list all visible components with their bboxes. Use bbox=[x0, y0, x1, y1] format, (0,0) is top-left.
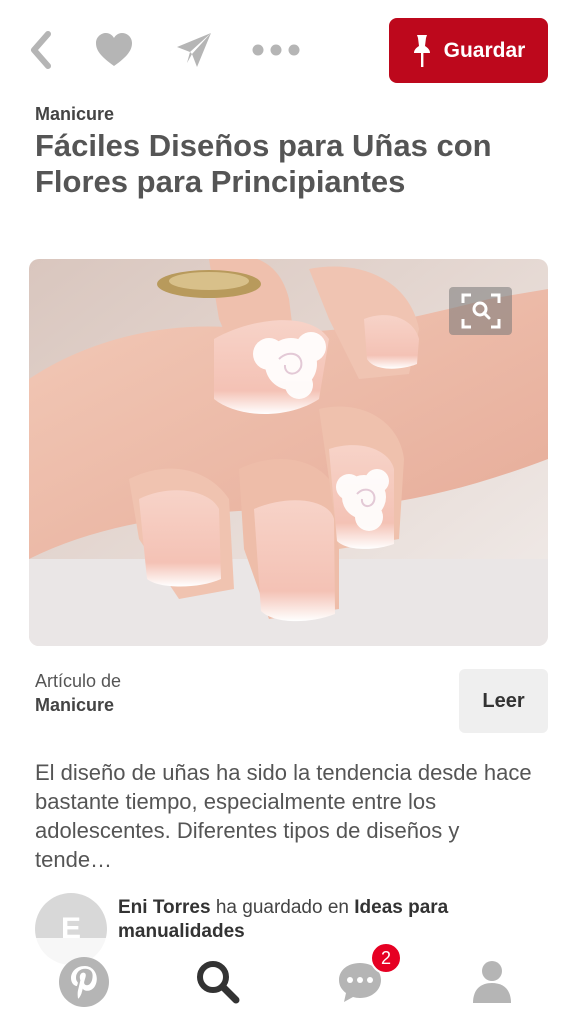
send-icon[interactable] bbox=[172, 28, 216, 72]
profile-icon[interactable] bbox=[462, 954, 522, 1010]
saved-by-action: ha guardado en bbox=[210, 897, 355, 918]
read-button[interactable]: Leer bbox=[459, 669, 548, 733]
article-source[interactable]: Manicure bbox=[35, 695, 114, 716]
visual-search-icon bbox=[461, 293, 501, 329]
top-toolbar: Guardar bbox=[0, 0, 577, 100]
saved-by-text: Eni Torres ha guardado en Ideas para man… bbox=[118, 896, 518, 944]
more-icon[interactable] bbox=[250, 28, 302, 72]
notification-badge: 2 bbox=[370, 942, 402, 974]
save-button-label: Guardar bbox=[443, 38, 526, 62]
saved-by-user[interactable]: Eni Torres bbox=[118, 897, 211, 918]
pin-description: El diseño de uñas ha sido la tendencia d… bbox=[35, 760, 532, 872]
back-icon[interactable] bbox=[24, 28, 58, 72]
save-button[interactable]: Guardar bbox=[389, 18, 548, 83]
pin-title: Fáciles Diseños para Uñas con Flores par… bbox=[35, 128, 492, 199]
pin-icon bbox=[412, 34, 432, 68]
bottom-nav bbox=[0, 938, 577, 1024]
heart-icon[interactable] bbox=[92, 28, 136, 72]
search-icon[interactable] bbox=[188, 954, 248, 1010]
pinterest-home-icon[interactable] bbox=[54, 954, 114, 1010]
pin-category[interactable]: Manicure bbox=[35, 104, 114, 125]
visual-search-button[interactable] bbox=[449, 287, 512, 335]
article-label: Artículo de bbox=[35, 671, 122, 691]
